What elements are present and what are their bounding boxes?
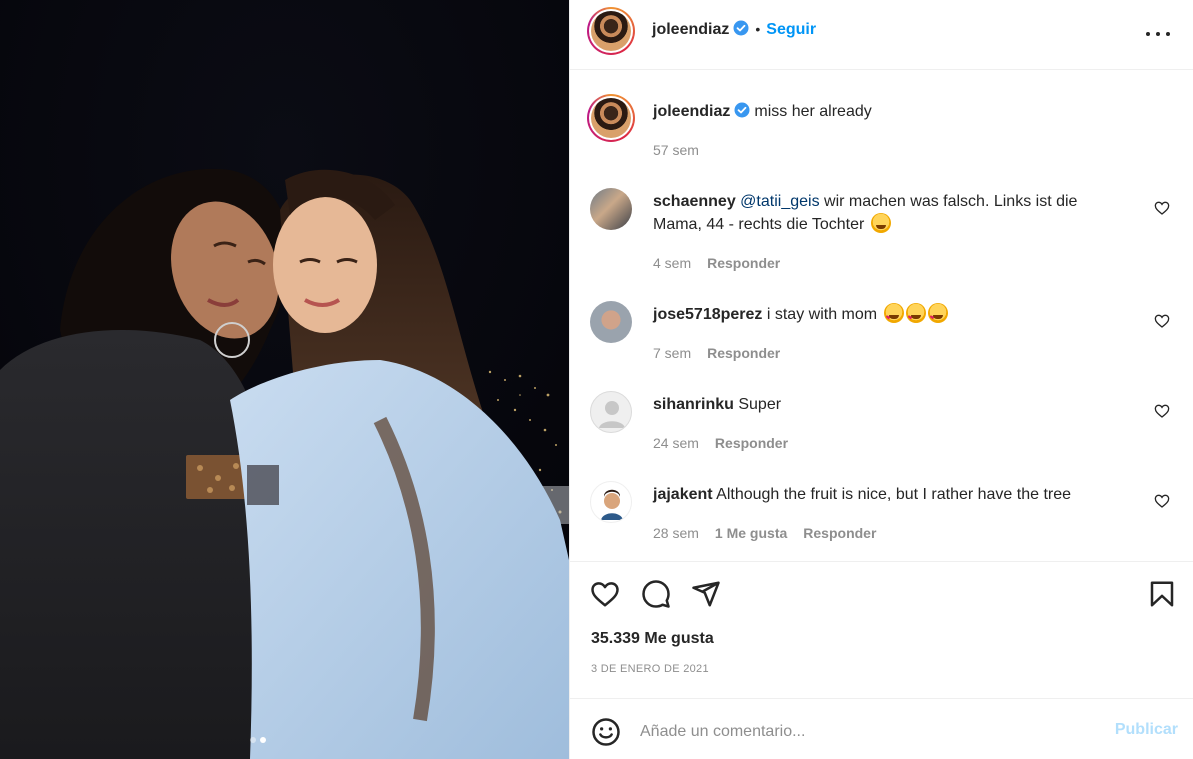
like-comment-heart-icon[interactable]: [1154, 313, 1170, 329]
caption-timestamp[interactable]: 57 sem: [653, 142, 699, 158]
commenter-username[interactable]: jose5718perez: [653, 306, 762, 323]
comment-text: schaenney @tatii_geis wir machen was fal…: [653, 190, 1113, 236]
reply-button[interactable]: Responder: [715, 435, 788, 451]
comment-text: jose5718perez i stay with mom: [653, 303, 1113, 330]
author-avatar[interactable]: [587, 7, 635, 55]
memoji-avatar-icon: [601, 489, 623, 520]
grinning-sweat-emoji-icon: [870, 213, 891, 233]
comment-meta: 7 sem Responder: [653, 345, 796, 361]
default-avatar-icon: [599, 401, 625, 428]
smiling-hearts-emoji-icon: [883, 303, 904, 330]
caption-message: miss her already: [754, 103, 872, 120]
like-heart-icon[interactable]: [590, 579, 620, 609]
comment-timestamp[interactable]: 7 sem: [653, 345, 691, 361]
post-actions: 35.339 Me gusta 3 DE ENERO DE 2021: [570, 561, 1193, 691]
commenter-username[interactable]: jajakent: [653, 486, 713, 503]
emoji-picker-icon[interactable]: [591, 717, 621, 747]
verified-badge-icon: [733, 20, 749, 36]
comment-message: Super: [738, 396, 782, 413]
commenter-username[interactable]: sihanrinku: [653, 396, 734, 413]
reply-button[interactable]: Responder: [707, 345, 780, 361]
reply-button[interactable]: Responder: [803, 525, 876, 541]
comment-input[interactable]: [640, 715, 1090, 749]
smiling-hearts-emoji-icon: [927, 303, 948, 330]
smiling-hearts-emoji-icon: [905, 303, 926, 330]
more-options-icon[interactable]: [1146, 24, 1170, 44]
comment-mention[interactable]: @tatii_geis: [740, 193, 819, 210]
caption-avatar[interactable]: [587, 94, 635, 142]
separator-dot: •: [755, 21, 761, 37]
publish-button[interactable]: Publicar: [1115, 721, 1178, 739]
like-comment-heart-icon[interactable]: [1154, 403, 1170, 419]
comment-text: jajakent Although the fruit is nice, but…: [653, 483, 1133, 506]
commenter-avatar[interactable]: [590, 391, 632, 433]
comment-meta: 4 sem Responder: [653, 255, 796, 271]
post-photo[interactable]: [0, 0, 569, 759]
reply-button[interactable]: Responder: [707, 255, 780, 271]
post-details-panel: joleendiaz • Seguir joleendiaz miss her alr…: [569, 0, 1193, 759]
save-bookmark-icon[interactable]: [1147, 579, 1177, 609]
comment-meta: 28 sem 1 Me gusta Responder: [653, 525, 892, 541]
comment-timestamp[interactable]: 4 sem: [653, 255, 691, 271]
author-username[interactable]: joleendiaz: [652, 21, 729, 38]
carousel-dot: [250, 737, 256, 743]
carousel-indicator: [250, 737, 266, 743]
caption-username[interactable]: joleendiaz: [653, 103, 730, 120]
comment-text: sihanrinku Super: [653, 393, 1113, 416]
share-send-icon[interactable]: [691, 579, 721, 609]
commenter-avatar[interactable]: [590, 188, 632, 230]
caption-text: joleendiaz miss her already: [653, 102, 872, 121]
commenter-avatar[interactable]: [590, 481, 632, 523]
photo-illustration: [0, 0, 569, 759]
follow-button[interactable]: Seguir: [766, 21, 816, 38]
verified-badge-icon: [734, 102, 750, 118]
comment-bubble-icon[interactable]: [641, 579, 671, 609]
commenter-avatar[interactable]: [590, 301, 632, 343]
likes-count[interactable]: 35.339 Me gusta: [591, 630, 714, 648]
comment-timestamp[interactable]: 28 sem: [653, 525, 699, 541]
comment-composer: Publicar: [570, 698, 1193, 759]
comment-message: Although the fruit is nice, but I rather…: [716, 486, 1072, 503]
post-date[interactable]: 3 DE ENERO DE 2021: [591, 663, 709, 675]
like-comment-heart-icon[interactable]: [1154, 493, 1170, 509]
post-header: joleendiaz • Seguir: [570, 0, 1193, 70]
comment-meta: 24 sem Responder: [653, 435, 804, 451]
comment-timestamp[interactable]: 24 sem: [653, 435, 699, 451]
carousel-dot-active: [260, 737, 266, 743]
commenter-username[interactable]: schaenney: [653, 193, 736, 210]
like-comment-heart-icon[interactable]: [1154, 200, 1170, 216]
comment-message: i stay with mom: [766, 306, 878, 323]
comment-likes-count[interactable]: 1 Me gusta: [715, 525, 787, 541]
